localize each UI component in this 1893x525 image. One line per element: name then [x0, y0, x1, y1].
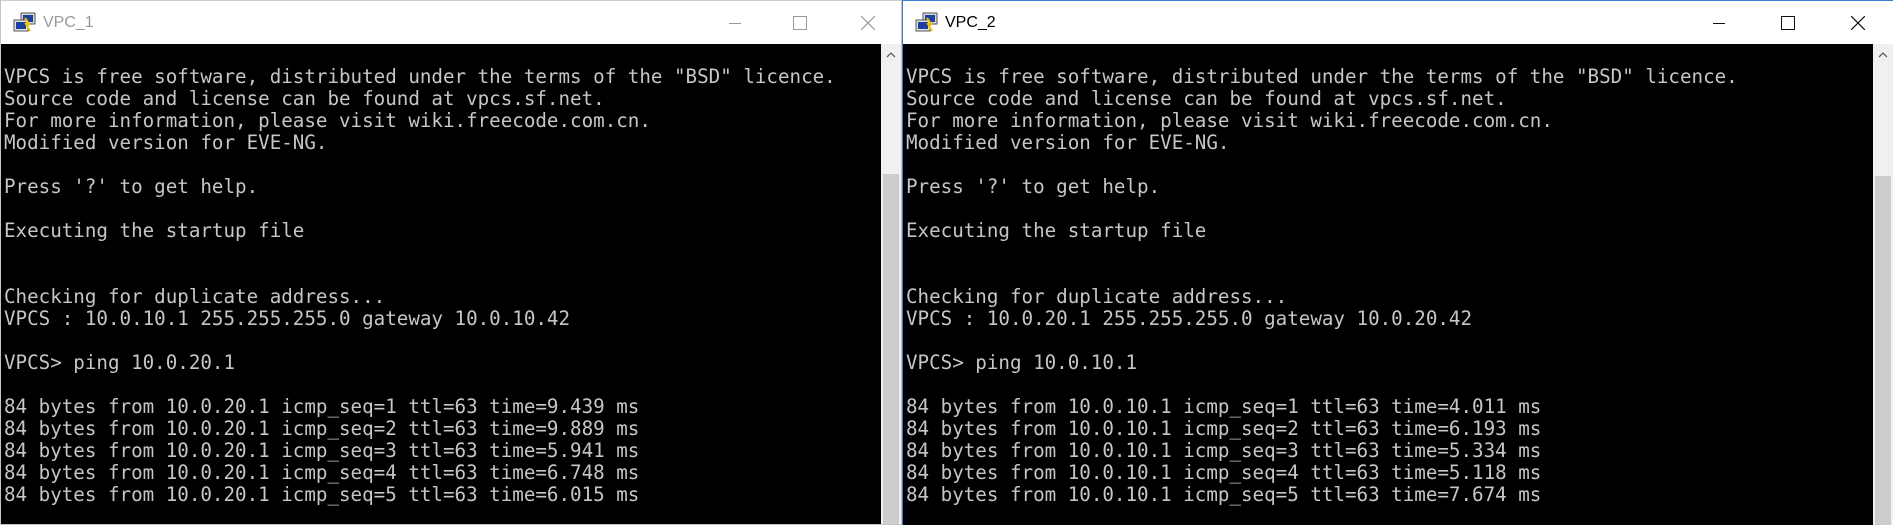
close-button[interactable]: [1829, 1, 1887, 45]
minimize-icon: [1713, 23, 1725, 24]
maximize-button[interactable]: [1759, 1, 1817, 45]
chevron-up-icon: [886, 52, 896, 58]
vertical-scrollbar[interactable]: [881, 44, 901, 524]
close-button[interactable]: [839, 1, 897, 45]
scroll-thumb[interactable]: [1875, 176, 1891, 525]
terminal-window-vpc-1[interactable]: VPC_1 VPCS is free software, distributed…: [0, 0, 902, 525]
close-icon: [861, 16, 875, 30]
minimize-button[interactable]: [1690, 1, 1748, 45]
maximize-button[interactable]: [771, 1, 829, 45]
scroll-up-button[interactable]: [881, 44, 901, 66]
chevron-up-icon: [1878, 52, 1888, 58]
putty-terminal-icon[interactable]: [13, 12, 37, 34]
terminal-text: VPCS is free software, distributed under…: [4, 65, 836, 506]
scroll-thumb[interactable]: [883, 174, 899, 524]
scroll-up-button[interactable]: [1873, 44, 1893, 66]
minimize-icon: [729, 23, 741, 24]
close-icon: [1851, 16, 1865, 30]
maximize-icon: [1781, 16, 1795, 30]
title-bar[interactable]: VPC_2: [903, 0, 1893, 45]
terminal-output[interactable]: VPCS is free software, distributed under…: [1, 44, 881, 524]
minimize-button[interactable]: [706, 1, 764, 45]
terminal-text: VPCS is free software, distributed under…: [906, 65, 1738, 506]
title-bar[interactable]: VPC_1: [1, 0, 901, 45]
maximize-icon: [793, 16, 807, 30]
terminal-window-vpc-2[interactable]: VPC_2 VPCS is free software, distributed…: [902, 0, 1893, 525]
window-title: VPC_1: [43, 14, 94, 31]
putty-terminal-icon[interactable]: [915, 12, 939, 34]
terminal-output[interactable]: VPCS is free software, distributed under…: [903, 44, 1873, 525]
vertical-scrollbar[interactable]: [1873, 44, 1893, 525]
window-title: VPC_2: [945, 14, 996, 31]
